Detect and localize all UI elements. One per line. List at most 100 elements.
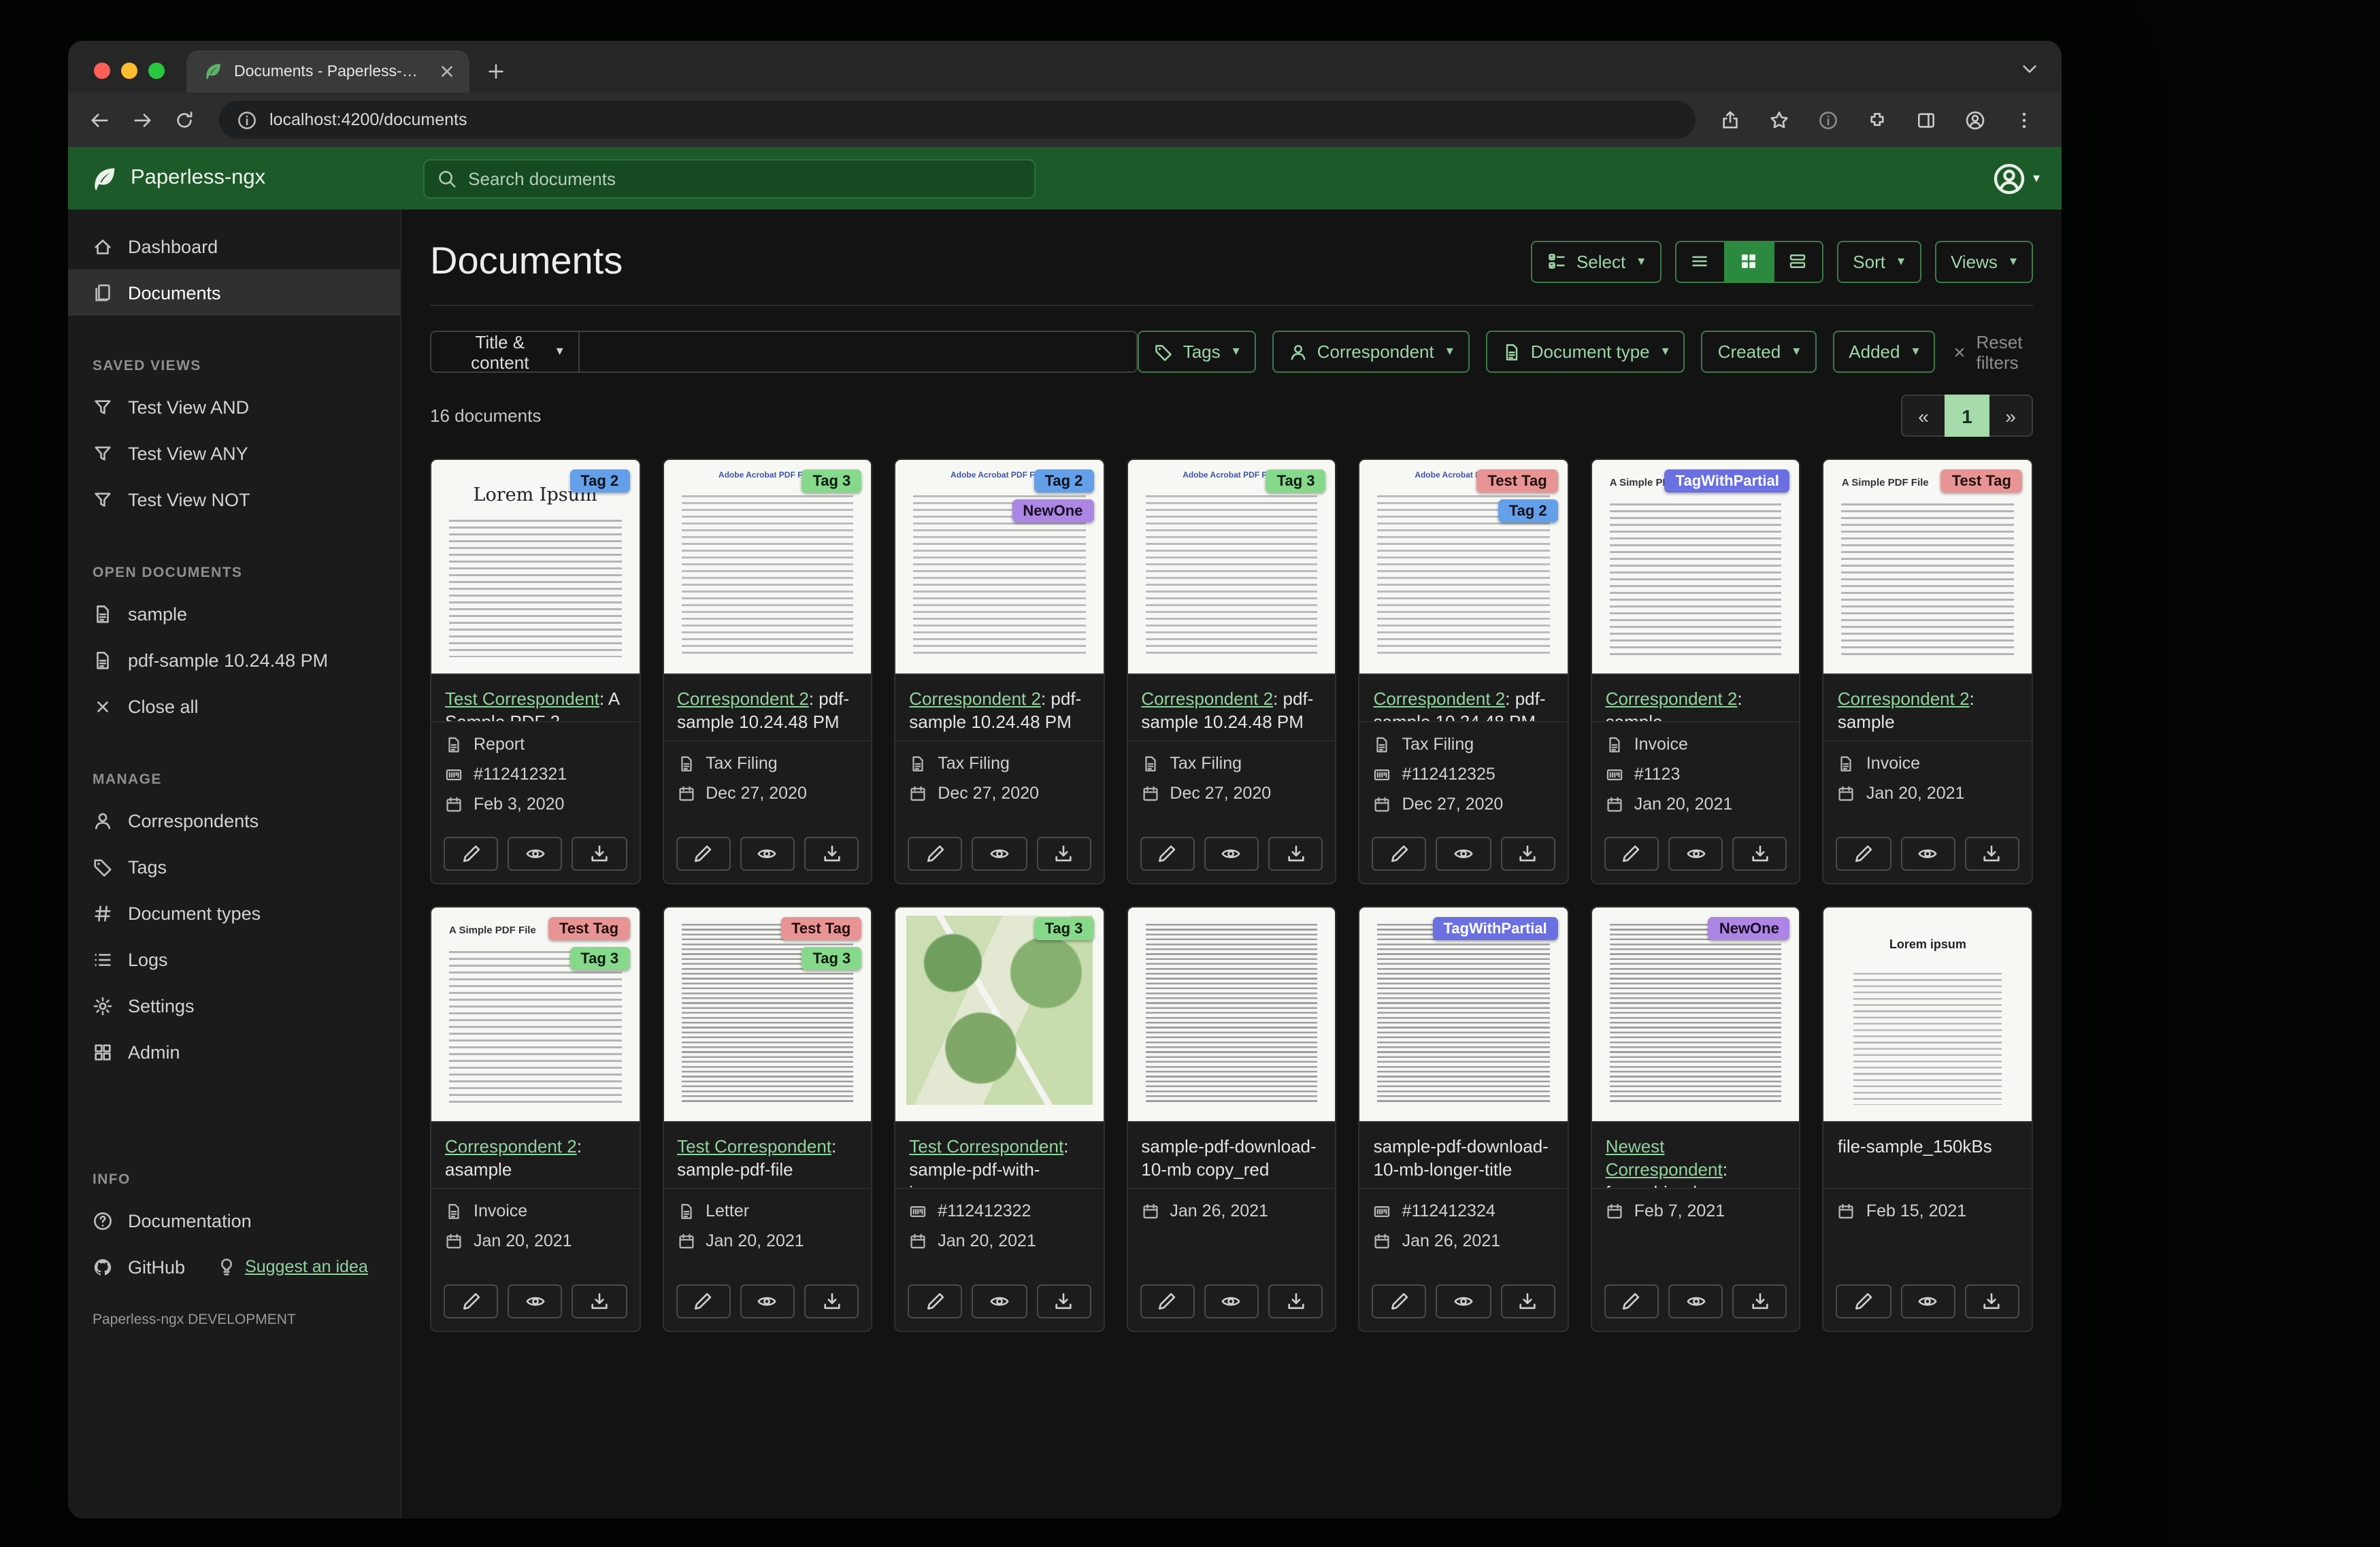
tags-filter-dropdown[interactable]: Tags bbox=[1138, 331, 1256, 373]
preview-button[interactable] bbox=[1204, 837, 1259, 871]
reload-button[interactable] bbox=[166, 101, 203, 138]
sidebar-item-test-view-not[interactable]: Test View NOT bbox=[68, 476, 400, 522]
download-button[interactable] bbox=[572, 837, 627, 871]
edit-button[interactable] bbox=[908, 837, 963, 871]
tag-chip[interactable]: Tag 3 bbox=[1034, 917, 1094, 940]
search-input[interactable] bbox=[468, 168, 1023, 188]
tag-chip[interactable]: Tag 3 bbox=[1266, 469, 1326, 493]
document-thumbnail[interactable]: Adobe Acrobat PDF Files Tag 2 NewOne bbox=[895, 460, 1104, 675]
download-button[interactable] bbox=[1964, 1284, 2019, 1318]
tag-chip[interactable]: Test Tag bbox=[548, 917, 630, 940]
browser-menu-icon[interactable] bbox=[2006, 101, 2043, 138]
document-thumbnail[interactable]: A Simple PDF File Test Tag bbox=[1823, 460, 2032, 675]
tag-chip[interactable]: Tag 2 bbox=[1498, 499, 1558, 522]
document-thumbnail[interactable]: Tag 3 bbox=[895, 908, 1104, 1122]
share-icon[interactable] bbox=[1712, 101, 1749, 138]
sidebar-item-document-types[interactable]: Document types bbox=[68, 890, 400, 936]
edit-button[interactable] bbox=[1836, 1284, 1891, 1318]
preview-button[interactable] bbox=[1436, 837, 1491, 871]
sidebar-item-tags[interactable]: Tags bbox=[68, 844, 400, 890]
document-title[interactable]: Correspondent 2: sample bbox=[1592, 675, 1800, 721]
download-button[interactable] bbox=[1036, 837, 1091, 871]
created-filter-dropdown[interactable]: Created bbox=[1701, 331, 1817, 373]
document-thumbnail[interactable]: TagWithPartial bbox=[1359, 908, 1568, 1122]
download-button[interactable] bbox=[1036, 1284, 1091, 1318]
correspondent-link[interactable]: Test Correspondent bbox=[909, 1136, 1063, 1157]
site-info-icon[interactable] bbox=[237, 110, 257, 130]
edit-button[interactable] bbox=[1140, 837, 1195, 871]
document-title[interactable]: Correspondent 2: pdf-sample 10.24.48 PM bbox=[1127, 675, 1335, 740]
download-button[interactable] bbox=[1268, 837, 1323, 871]
sidebar-item-documents[interactable]: Documents bbox=[68, 269, 400, 316]
correspondent-link[interactable]: Newest Correspondent bbox=[1606, 1136, 1723, 1180]
document-title[interactable]: Newest Correspondent: f_combineds bbox=[1592, 1122, 1800, 1188]
document-title[interactable]: file-sample_150kBs bbox=[1824, 1122, 2032, 1188]
document-title[interactable]: Correspondent 2: asample bbox=[431, 1122, 639, 1188]
tag-chip[interactable]: TagWithPartial bbox=[1432, 917, 1558, 940]
preview-button[interactable] bbox=[508, 837, 563, 871]
address-bar[interactable]: localhost:4200/documents bbox=[219, 101, 1696, 139]
preview-button[interactable] bbox=[508, 1284, 563, 1318]
sidebar-item-admin[interactable]: Admin bbox=[68, 1029, 400, 1075]
sidebar-item-test-view-and[interactable]: Test View AND bbox=[68, 384, 400, 430]
preview-button[interactable] bbox=[972, 837, 1027, 871]
zoom-window-button[interactable] bbox=[148, 63, 165, 79]
added-filter-dropdown[interactable]: Added bbox=[1832, 331, 1936, 373]
tab-close-icon[interactable] bbox=[437, 61, 457, 82]
table-view-button[interactable] bbox=[1674, 240, 1725, 282]
large-cards-view-button[interactable] bbox=[1772, 240, 1823, 282]
document-title[interactable]: Test Correspondent: sample-pdf-file bbox=[663, 1122, 871, 1188]
back-button[interactable] bbox=[82, 101, 118, 138]
small-cards-view-button[interactable] bbox=[1723, 240, 1774, 282]
document-thumbnail[interactable]: Adobe Acrobat PDF Files Tag 3 bbox=[663, 460, 872, 675]
sidebar-item-correspondents[interactable]: Correspondents bbox=[68, 797, 400, 844]
preview-button[interactable] bbox=[1668, 1284, 1723, 1318]
sidebar-item-logs[interactable]: Logs bbox=[68, 936, 400, 982]
page-info-icon[interactable] bbox=[1810, 101, 1847, 138]
reset-filters-button[interactable]: Reset filters bbox=[1952, 331, 2033, 372]
document-title[interactable]: sample-pdf-download-10-mb-longer-title bbox=[1360, 1122, 1568, 1188]
suggest-an-idea-link[interactable]: Suggest an idea bbox=[216, 1257, 368, 1277]
document-thumbnail[interactable]: Adobe Acrobat PDF Files Test Tag Tag 2 bbox=[1359, 460, 1568, 675]
preview-button[interactable] bbox=[740, 1284, 795, 1318]
download-button[interactable] bbox=[1732, 1284, 1787, 1318]
profile-icon[interactable] bbox=[1957, 101, 1994, 138]
page-1-button[interactable]: 1 bbox=[1945, 395, 1989, 437]
sidebar-item-documentation[interactable]: Documentation bbox=[68, 1197, 400, 1244]
tag-chip[interactable]: Test Tag bbox=[780, 917, 862, 940]
user-menu[interactable]: ▾ bbox=[1992, 161, 2040, 195]
preview-button[interactable] bbox=[1436, 1284, 1491, 1318]
sidebar-item-dashboard[interactable]: Dashboard bbox=[68, 223, 400, 269]
sidebar-item-settings[interactable]: Settings bbox=[68, 982, 400, 1029]
download-button[interactable] bbox=[804, 1284, 859, 1318]
preview-button[interactable] bbox=[1668, 837, 1723, 871]
document-title[interactable]: Correspondent 2: pdf-sample 10.24.48 PM bbox=[663, 675, 871, 740]
correspondent-filter-dropdown[interactable]: Correspondent bbox=[1272, 331, 1470, 373]
edit-button[interactable] bbox=[1604, 837, 1659, 871]
filter-field-dropdown[interactable]: Title & content bbox=[430, 331, 580, 373]
download-button[interactable] bbox=[1268, 1284, 1323, 1318]
sort-dropdown[interactable]: Sort bbox=[1836, 240, 1921, 282]
document-title[interactable]: Correspondent 2: pdf-sample 10.24.48 PM bbox=[1360, 675, 1568, 721]
tab-overflow-icon[interactable] bbox=[2019, 59, 2040, 79]
document-title[interactable]: sample-pdf-download-10-mb copy_red bbox=[1127, 1122, 1335, 1188]
correspondent-link[interactable]: Correspondent 2 bbox=[1838, 688, 1970, 709]
preview-button[interactable] bbox=[972, 1284, 1027, 1318]
tag-chip[interactable]: Tag 2 bbox=[1034, 469, 1094, 493]
correspondent-link[interactable]: Correspondent 2 bbox=[677, 688, 809, 709]
download-button[interactable] bbox=[1500, 1284, 1555, 1318]
sidebar-item-sample[interactable]: sample bbox=[68, 590, 400, 637]
tag-chip[interactable]: Tag 3 bbox=[801, 469, 862, 493]
next-page-button[interactable]: » bbox=[1988, 395, 2033, 437]
preview-button[interactable] bbox=[1204, 1284, 1259, 1318]
edit-button[interactable] bbox=[1836, 837, 1891, 871]
document-thumbnail[interactable]: Lorem ipsum bbox=[1823, 908, 2032, 1122]
extensions-icon[interactable] bbox=[1859, 101, 1896, 138]
document-title[interactable]: Correspondent 2: sample bbox=[1824, 675, 2032, 740]
sidebar-item-close-all[interactable]: Close all bbox=[68, 683, 400, 729]
tag-chip[interactable]: Tag 3 bbox=[801, 947, 862, 970]
correspondent-link[interactable]: Correspondent 2 bbox=[1141, 688, 1273, 709]
edit-button[interactable] bbox=[1372, 1284, 1427, 1318]
tag-chip[interactable]: Tag 3 bbox=[569, 947, 630, 970]
document-thumbnail[interactable]: A Simple PDF File Test Tag Tag 3 bbox=[431, 908, 640, 1122]
